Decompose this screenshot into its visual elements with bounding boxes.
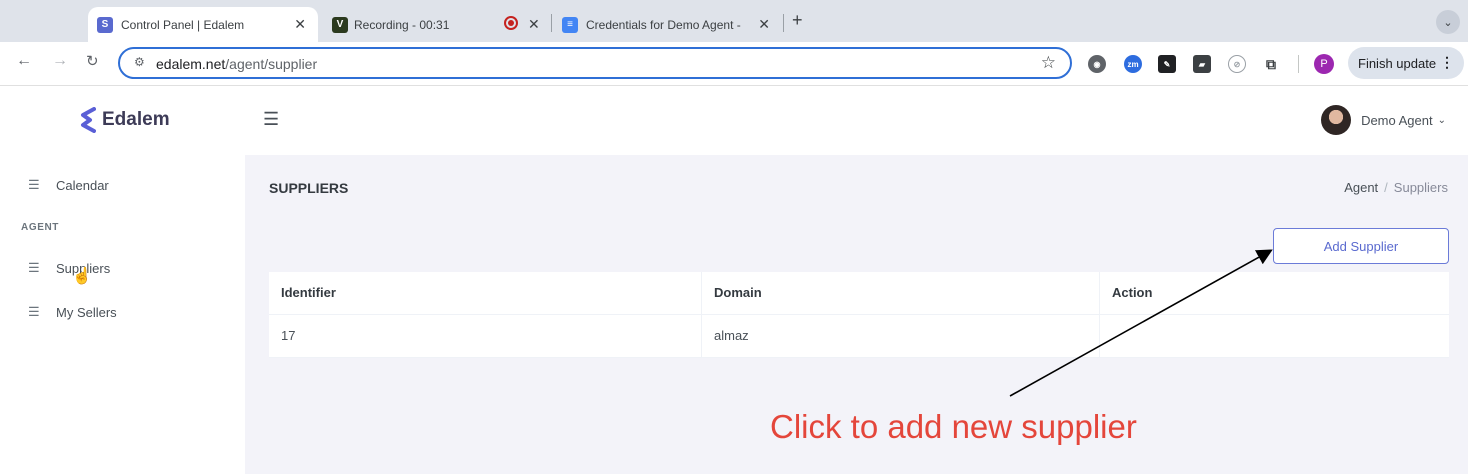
annotation-text: Click to add new supplier bbox=[770, 408, 1137, 445]
annotation-arrow bbox=[1009, 249, 1273, 397]
